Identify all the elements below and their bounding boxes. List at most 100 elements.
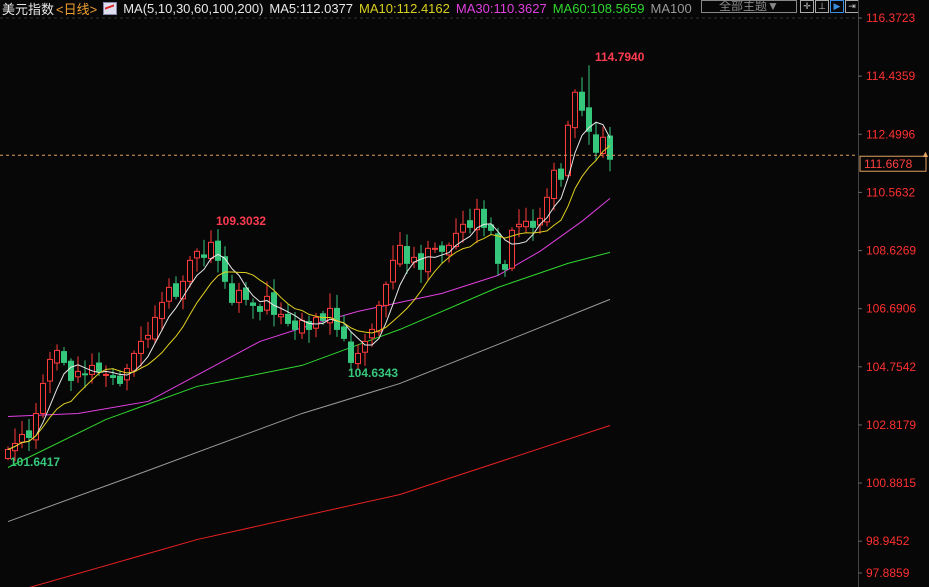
candle [299, 312, 305, 340]
candle-body [299, 319, 305, 334]
candle-body [558, 168, 564, 180]
candle [439, 241, 445, 264]
candle-body [250, 302, 256, 306]
candle [271, 279, 277, 327]
candle [474, 198, 480, 244]
candle [537, 207, 543, 234]
candle [222, 246, 228, 289]
candle [523, 207, 529, 233]
candle-body [593, 134, 599, 153]
candle-body [397, 244, 403, 265]
candle [229, 274, 235, 306]
candle [390, 245, 396, 290]
candle-body [551, 169, 557, 200]
line-ma60 [7, 251, 611, 468]
candle [250, 298, 256, 319]
candle [586, 65, 592, 145]
candle-body [369, 328, 375, 339]
candle [243, 281, 249, 306]
candle [495, 227, 501, 276]
line-ma10 [7, 145, 611, 450]
candle [257, 303, 263, 321]
candlestick-chart[interactable]: 116.3723 114.4359 112.4996 110.5632 108.6269… [0, 0, 929, 587]
candle-body [292, 320, 298, 330]
candle-body [495, 233, 501, 264]
candle-body [579, 91, 585, 111]
candles [5, 65, 613, 462]
local-low-annotation: 104.6343 [348, 366, 398, 380]
line-ma200 [29, 424, 611, 587]
candle [558, 163, 564, 187]
candle [572, 89, 578, 139]
candle [425, 240, 431, 281]
candle-body [173, 283, 179, 297]
candle-body [96, 362, 102, 372]
candle-body [390, 259, 396, 283]
candle [19, 420, 25, 449]
candle-body [166, 286, 172, 302]
candle [26, 418, 32, 451]
candle [61, 347, 67, 366]
candle [138, 326, 144, 367]
candle [278, 302, 284, 325]
candle [180, 275, 186, 310]
candle-body [502, 264, 508, 270]
candle-body [131, 352, 137, 372]
candle-body [103, 373, 109, 376]
candle [516, 209, 522, 238]
candle [460, 210, 466, 243]
candle [201, 239, 207, 267]
candle-body [257, 306, 263, 312]
candle-body [19, 433, 25, 443]
candle-body [68, 360, 74, 381]
candle-body [82, 373, 88, 376]
candle [467, 208, 473, 234]
candle [33, 402, 39, 449]
candle [194, 248, 200, 272]
candle [432, 242, 438, 253]
candle-body [313, 316, 319, 329]
candle [103, 365, 109, 388]
candle [334, 294, 340, 337]
candle-body [201, 254, 207, 258]
candle [40, 374, 46, 418]
candle [173, 276, 179, 300]
candle-body [54, 349, 60, 364]
candle [404, 234, 410, 274]
candle [236, 282, 242, 313]
candle [124, 363, 130, 391]
candle-body [138, 340, 144, 354]
candle-body [145, 334, 151, 340]
candle [502, 260, 508, 277]
candle [397, 231, 403, 267]
candle-body [187, 259, 193, 282]
y-tick-label: 108.6269 [866, 244, 916, 258]
candle-body [341, 326, 347, 339]
candle-body [523, 220, 529, 228]
candle [68, 358, 74, 391]
candle-body [40, 382, 46, 414]
y-tick-label: 110.5632 [866, 185, 915, 199]
candle [348, 331, 354, 371]
candle-body [117, 375, 123, 384]
candle-body [334, 307, 340, 330]
candle-body [355, 352, 361, 365]
candle-body [208, 241, 214, 260]
y-tick-label: 104.7542 [866, 360, 916, 374]
candle [327, 293, 333, 335]
candle [544, 188, 550, 227]
candle [75, 356, 81, 383]
candle-body [467, 220, 473, 228]
candle-body [418, 253, 424, 270]
candle-body [236, 289, 242, 303]
y-tick-label: 100.8815 [866, 476, 916, 490]
current-price-marker-icon: ▲ [921, 149, 929, 159]
candle-body [159, 301, 165, 320]
candle [551, 162, 557, 211]
y-tick-label: 97.8859 [866, 566, 910, 580]
candle-body [383, 283, 389, 306]
line-ma5 [7, 121, 611, 450]
candle [82, 360, 88, 388]
high-annotation: 114.7940 [595, 50, 645, 64]
candle [54, 344, 60, 371]
